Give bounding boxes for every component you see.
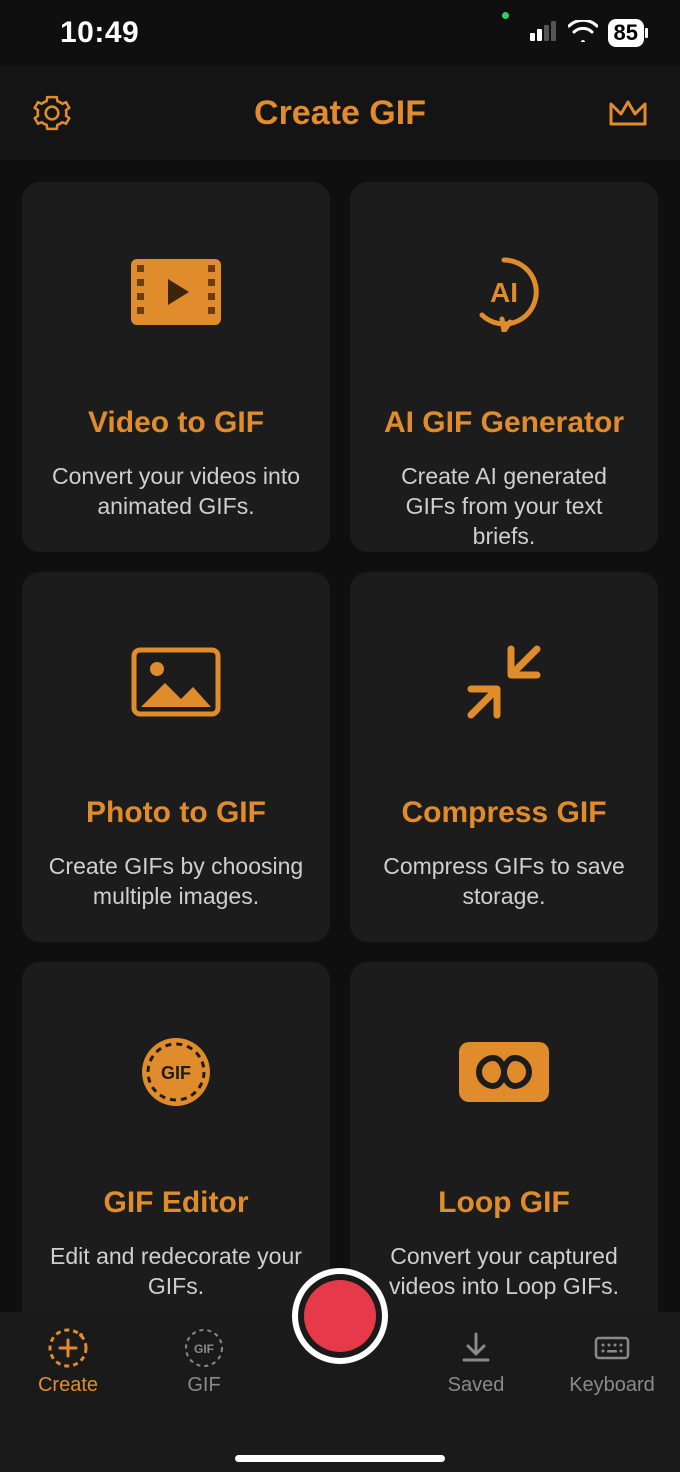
battery-icon: 85 bbox=[608, 19, 644, 47]
tab-label: Saved bbox=[448, 1374, 505, 1397]
record-icon bbox=[304, 1280, 376, 1352]
card-title: Photo to GIF bbox=[86, 796, 266, 830]
card-title: GIF Editor bbox=[104, 1186, 249, 1220]
card-desc: Convert your captured videos into Loop G… bbox=[374, 1242, 634, 1302]
crown-icon bbox=[607, 96, 649, 130]
svg-text:GIF: GIF bbox=[194, 1342, 214, 1356]
page-title: Create GIF bbox=[254, 94, 426, 133]
card-gif-editor[interactable]: GIF GIF Editor Edit and redecorate your … bbox=[22, 962, 330, 1332]
tab-label: Keyboard bbox=[569, 1374, 655, 1397]
battery-percent: 85 bbox=[614, 20, 638, 46]
infinity-icon bbox=[459, 1032, 549, 1112]
cellular-icon bbox=[530, 21, 558, 46]
card-compress-gif[interactable]: Compress GIF Compress GIFs to save stora… bbox=[350, 572, 658, 942]
card-title: Video to GIF bbox=[88, 406, 264, 440]
card-loop-gif[interactable]: Loop GIF Convert your captured videos in… bbox=[350, 962, 658, 1332]
tab-keyboard[interactable]: Keyboard bbox=[552, 1326, 672, 1397]
card-desc: Create AI generated GIFs from your text … bbox=[374, 462, 634, 552]
recording-privacy-dot bbox=[502, 12, 509, 19]
settings-button[interactable] bbox=[28, 89, 76, 137]
image-icon bbox=[131, 642, 221, 722]
gear-icon bbox=[33, 94, 71, 132]
card-title: Compress GIF bbox=[401, 796, 606, 830]
app-header: Create GIF bbox=[0, 66, 680, 160]
keyboard-icon bbox=[590, 1326, 634, 1370]
card-title: Loop GIF bbox=[438, 1186, 570, 1220]
video-filmstrip-icon bbox=[131, 252, 221, 332]
card-desc: Convert your videos into animated GIFs. bbox=[46, 462, 306, 522]
svg-text:GIF: GIF bbox=[161, 1063, 191, 1083]
status-icons: 85 bbox=[530, 19, 644, 47]
ai-chat-icon: AI bbox=[464, 252, 544, 332]
card-desc: Edit and redecorate your GIFs. bbox=[46, 1242, 306, 1302]
gif-circle-icon: GIF bbox=[182, 1326, 226, 1370]
card-photo-to-gif[interactable]: Photo to GIF Create GIFs by choosing mul… bbox=[22, 572, 330, 942]
card-desc: Create GIFs by choosing multiple images. bbox=[46, 852, 306, 912]
gif-badge-icon: GIF bbox=[138, 1032, 214, 1112]
feature-grid: Video to GIF Convert your videos into an… bbox=[0, 160, 680, 1332]
tab-gif[interactable]: GIF GIF bbox=[144, 1326, 264, 1397]
tab-label: GIF bbox=[187, 1374, 220, 1397]
card-title: AI GIF Generator bbox=[384, 406, 624, 440]
tab-label: Create bbox=[38, 1374, 98, 1397]
tab-create[interactable]: Create bbox=[8, 1326, 128, 1397]
svg-text:AI: AI bbox=[490, 277, 518, 308]
compress-icon bbox=[465, 642, 543, 722]
status-bar: 10:49 85 bbox=[0, 0, 680, 66]
card-ai-gif-generator[interactable]: AI AI GIF Generator Create AI generated … bbox=[350, 182, 658, 552]
tab-bar: Create GIF GIF Saved Keyboard bbox=[0, 1312, 680, 1472]
card-desc: Compress GIFs to save storage. bbox=[374, 852, 634, 912]
card-video-to-gif[interactable]: Video to GIF Convert your videos into an… bbox=[22, 182, 330, 552]
download-icon bbox=[454, 1326, 498, 1370]
premium-button[interactable] bbox=[604, 89, 652, 137]
record-button[interactable] bbox=[292, 1268, 388, 1364]
tab-saved[interactable]: Saved bbox=[416, 1326, 536, 1397]
home-indicator[interactable] bbox=[235, 1455, 445, 1462]
status-time: 10:49 bbox=[60, 16, 139, 50]
create-plus-icon bbox=[46, 1326, 90, 1370]
wifi-icon bbox=[568, 20, 598, 47]
